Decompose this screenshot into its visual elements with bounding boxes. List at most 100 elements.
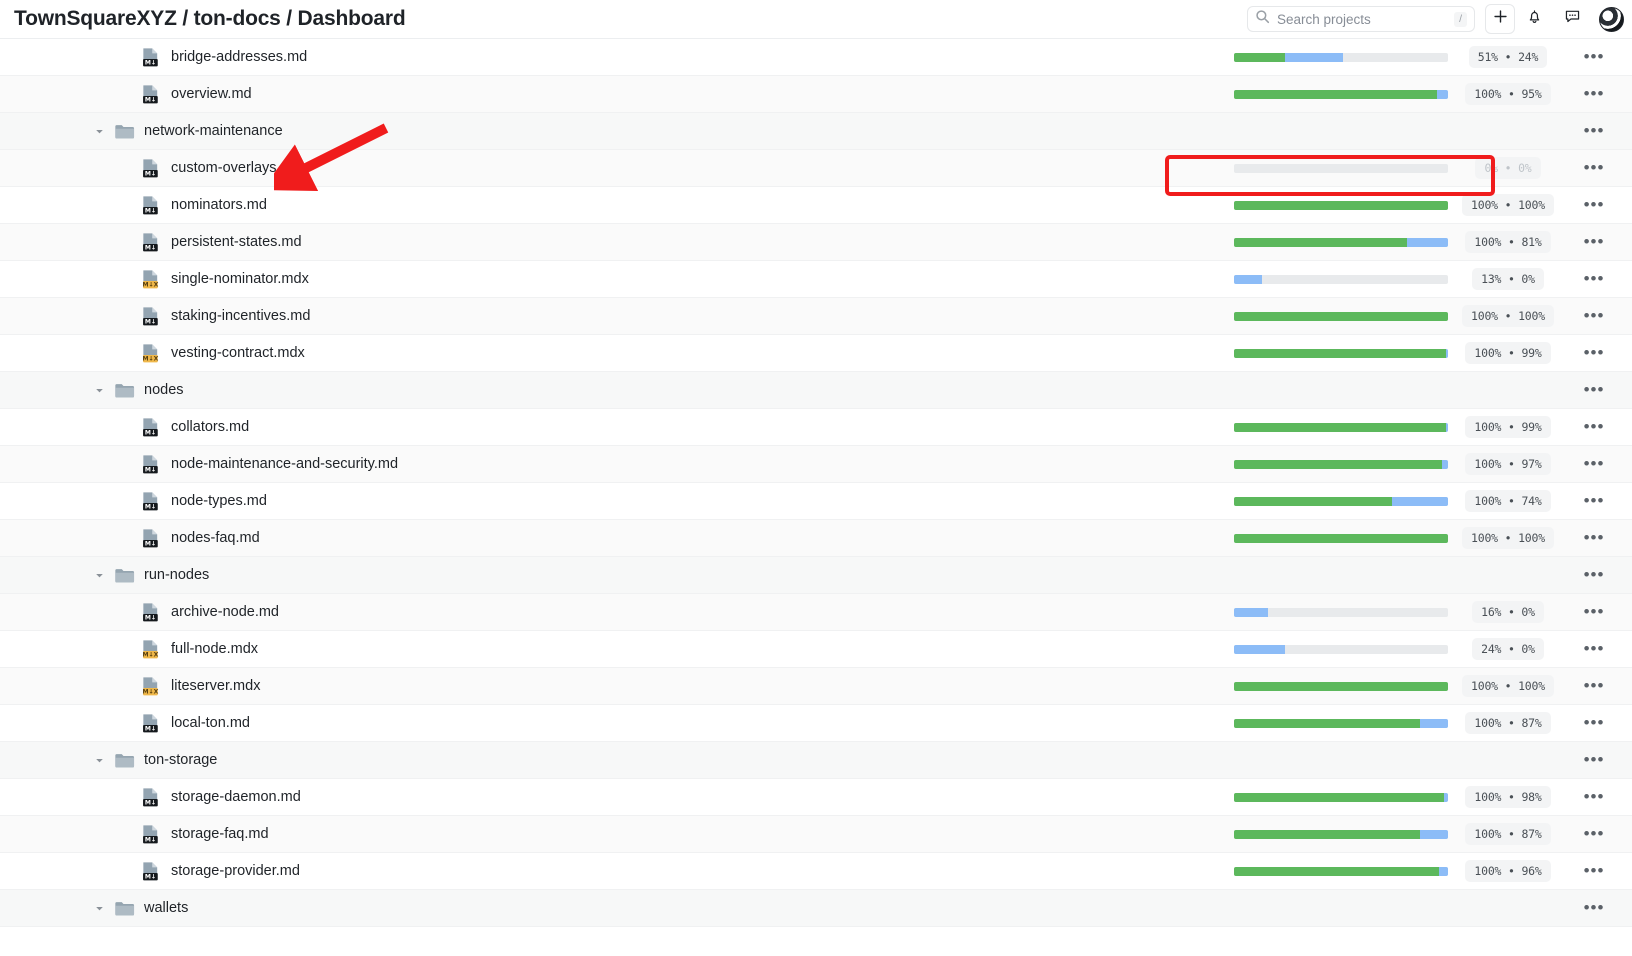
chevron-down-icon[interactable]: [92, 901, 106, 915]
row-more-menu-button[interactable]: •••: [1556, 825, 1632, 842]
progress-bar: [1234, 607, 1448, 617]
row-more-menu-button[interactable]: •••: [1556, 270, 1632, 287]
percent-badge: 100% • 97%: [1465, 453, 1551, 475]
progress-segment-blue: [1439, 866, 1448, 876]
file-row[interactable]: M↓X single-nominator.mdx 13% • 0% •••: [0, 261, 1632, 298]
file-row[interactable]: M↓ staking-incentives.md 100% • 100% •••: [0, 298, 1632, 335]
progress-segment-green: [1234, 792, 1444, 802]
row-more-menu-button[interactable]: •••: [1556, 751, 1632, 768]
file-row[interactable]: M↓ archive-node.md 16% • 0% •••: [0, 594, 1632, 631]
file-name: persistent-states.md: [171, 234, 302, 250]
percent-badge: 100% • 99%: [1465, 416, 1551, 438]
chevron-down-icon[interactable]: [92, 383, 106, 397]
file-row[interactable]: M↓ collators.md 100% • 99% •••: [0, 409, 1632, 446]
folder-row[interactable]: ton-storage •••: [0, 742, 1632, 779]
percent-badge: 100% • 81%: [1465, 231, 1551, 253]
svg-text:M↓X: M↓X: [142, 281, 158, 288]
file-row[interactable]: M↓ storage-daemon.md 100% • 98% •••: [0, 779, 1632, 816]
percent-badge-cell: 0% • 0%: [1460, 157, 1556, 179]
progress-segment-blue: [1392, 496, 1448, 506]
folder-row[interactable]: nodes •••: [0, 372, 1632, 409]
percent-badge: 24% • 0%: [1472, 638, 1544, 660]
file-row[interactable]: M↓X liteserver.mdx 100% • 100% •••: [0, 668, 1632, 705]
chevron-down-icon[interactable]: [92, 124, 106, 138]
file-row[interactable]: M↓ overview.md 100% • 95% •••: [0, 76, 1632, 113]
row-more-menu-button[interactable]: •••: [1556, 122, 1632, 139]
svg-text:M↓: M↓: [145, 96, 156, 103]
percent-badge: 100% • 87%: [1465, 823, 1551, 845]
folder-row[interactable]: network-maintenance •••: [0, 113, 1632, 150]
search-input[interactable]: Search projects /: [1247, 6, 1475, 32]
row-more-menu-button[interactable]: •••: [1556, 640, 1632, 657]
file-row[interactable]: M↓ nodes-faq.md 100% • 100% •••: [0, 520, 1632, 557]
avatar[interactable]: [1599, 6, 1624, 32]
progress-bar-cell: [1234, 237, 1448, 247]
row-name-cell: M↓X liteserver.mdx: [0, 676, 1234, 697]
row-more-menu-button[interactable]: •••: [1556, 714, 1632, 731]
progress-bar-cell: [1234, 792, 1448, 802]
file-row[interactable]: M↓ storage-provider.md 100% • 96% •••: [0, 853, 1632, 890]
progress-segment-green: [1234, 89, 1438, 99]
percent-badge: 100% • 74%: [1465, 490, 1551, 512]
row-more-menu-button[interactable]: •••: [1556, 85, 1632, 102]
file-row[interactable]: M↓ persistent-states.md 100% • 81% •••: [0, 224, 1632, 261]
row-more-menu-button[interactable]: •••: [1556, 418, 1632, 435]
row-more-menu-button[interactable]: •••: [1556, 307, 1632, 324]
row-more-menu-button[interactable]: •••: [1556, 788, 1632, 805]
progress-bar-cell: [1234, 89, 1448, 99]
percent-badge: 100% • 100%: [1462, 527, 1554, 549]
row-name-cell: M↓ nodes-faq.md: [0, 528, 1234, 549]
chevron-down-icon[interactable]: [92, 568, 106, 582]
row-more-menu-button[interactable]: •••: [1556, 196, 1632, 213]
percent-badge-cell: 100% • 95%: [1460, 83, 1556, 105]
file-row[interactable]: M↓ nominators.md 100% • 100% •••: [0, 187, 1632, 224]
file-row[interactable]: M↓ bridge-addresses.md 51% • 24% •••: [0, 39, 1632, 76]
file-row[interactable]: M↓X vesting-contract.mdx 100% • 99% •••: [0, 335, 1632, 372]
progress-bar: [1234, 348, 1448, 358]
md-file-icon: M↓: [143, 232, 158, 251]
row-more-menu-button[interactable]: •••: [1556, 862, 1632, 879]
progress-segment-blue: [1443, 792, 1448, 802]
file-row[interactable]: M↓X full-node.mdx 24% • 0% •••: [0, 631, 1632, 668]
row-more-menu-button[interactable]: •••: [1556, 529, 1632, 546]
file-name: node-types.md: [171, 493, 267, 509]
notifications-button[interactable]: [1515, 4, 1553, 34]
row-more-menu-button[interactable]: •••: [1556, 455, 1632, 472]
file-row[interactable]: M↓ local-ton.md 100% • 87% •••: [0, 705, 1632, 742]
folder-name: ton-storage: [144, 752, 218, 768]
row-name-cell: M↓ custom-overlays.md: [0, 158, 1234, 179]
row-more-menu-button[interactable]: •••: [1556, 603, 1632, 620]
file-name: liteserver.mdx: [171, 678, 261, 694]
messages-button[interactable]: [1553, 4, 1591, 34]
folder-row[interactable]: wallets •••: [0, 890, 1632, 927]
file-row[interactable]: M↓ storage-faq.md 100% • 87% •••: [0, 816, 1632, 853]
chevron-down-icon[interactable]: [92, 753, 106, 767]
progress-segment-green: [1234, 829, 1421, 839]
row-name-cell: ton-storage: [0, 752, 1234, 769]
row-more-menu-button[interactable]: •••: [1556, 899, 1632, 916]
svg-text:M↓X: M↓X: [142, 355, 158, 362]
percent-badge: 100% • 99%: [1465, 342, 1551, 364]
row-more-menu-button[interactable]: •••: [1556, 344, 1632, 361]
md-file-icon: M↓: [143, 787, 158, 806]
file-row[interactable]: M↓ node-types.md 100% • 74% •••: [0, 483, 1632, 520]
row-more-menu-button[interactable]: •••: [1556, 48, 1632, 65]
row-more-menu-button[interactable]: •••: [1556, 492, 1632, 509]
svg-text:M↓: M↓: [145, 207, 156, 214]
folder-row[interactable]: run-nodes •••: [0, 557, 1632, 594]
file-row[interactable]: M↓ custom-overlays.md 0% • 0% •••: [0, 150, 1632, 187]
md-file-icon: M↓: [143, 306, 158, 325]
progress-segment-blue: [1445, 422, 1448, 432]
top-bar: TownSquareXYZ / ton-docs / Dashboard Sea…: [0, 0, 1632, 39]
add-button[interactable]: [1485, 4, 1515, 34]
progress-bar-cell: [1234, 459, 1448, 469]
progress-bar: [1234, 792, 1448, 802]
file-row[interactable]: M↓ node-maintenance-and-security.md 100%…: [0, 446, 1632, 483]
row-more-menu-button[interactable]: •••: [1556, 233, 1632, 250]
folder-icon: [115, 901, 135, 915]
progress-bar-cell: [1234, 348, 1448, 358]
row-more-menu-button[interactable]: •••: [1556, 381, 1632, 398]
row-more-menu-button[interactable]: •••: [1556, 159, 1632, 176]
row-more-menu-button[interactable]: •••: [1556, 566, 1632, 583]
row-more-menu-button[interactable]: •••: [1556, 677, 1632, 694]
